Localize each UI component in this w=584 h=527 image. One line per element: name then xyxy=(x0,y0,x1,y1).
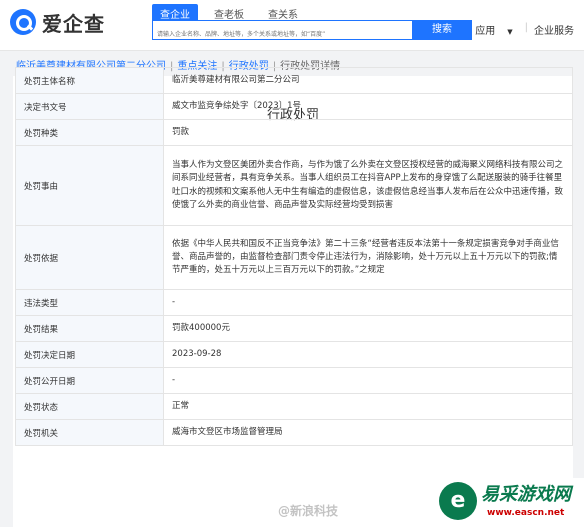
site-watermark-name: 易采游戏网 xyxy=(481,484,571,505)
row-label: 处罚决定日期 xyxy=(15,341,164,368)
row-value: 正常 xyxy=(163,393,573,420)
site-watermark: e 易采游戏网 www.eascn.net xyxy=(437,478,584,527)
row-value: 罚款400000元 xyxy=(163,315,573,342)
table-row: 处罚主体名称 临沂美尊建材有限公司第二分公司 xyxy=(15,67,573,94)
row-value: 依据《中华人民共和国反不正当竞争法》第二十三条“经营者违反本法第十一条规定损害竞… xyxy=(163,225,573,290)
top-nav: 应用 ▼ | 企业服务 xyxy=(451,22,574,37)
row-label: 处罚机关 xyxy=(15,419,164,446)
nav-app-menu[interactable]: 应用 ▼ xyxy=(463,22,512,37)
row-label: 违法类型 xyxy=(15,289,164,316)
row-label: 决定书文号 xyxy=(15,93,164,120)
row-label: 处罚状态 xyxy=(15,393,164,420)
row-value: - xyxy=(163,367,573,394)
table-row: 处罚决定日期 2023-09-28 xyxy=(15,341,573,368)
logo-search-icon xyxy=(10,9,36,35)
row-value: 临沂美尊建材有限公司第二分公司 xyxy=(163,67,573,94)
row-label: 处罚公开日期 xyxy=(15,367,164,394)
table-row: 处罚机关 威海市文登区市场监督管理局 xyxy=(15,419,573,446)
row-label: 处罚事由 xyxy=(15,145,164,226)
table-row: 处罚结果 罚款400000元 xyxy=(15,315,573,342)
row-value: 罚款 xyxy=(163,119,573,146)
row-label: 处罚依据 xyxy=(15,225,164,290)
table-row: 违法类型 - xyxy=(15,289,573,316)
nav-enterprise-service[interactable]: 企业服务 xyxy=(534,22,574,37)
row-label: 处罚主体名称 xyxy=(15,67,164,94)
nav-app-label: 应用 xyxy=(475,26,496,37)
penalty-detail-table: 处罚主体名称 临沂美尊建材有限公司第二分公司 决定书文号 威文市监竞争综处字〔2… xyxy=(15,67,573,446)
top-header: 爱企查 查企业 查老板 查关系 搜索 应用▼ | 企业服务 xyxy=(0,0,584,51)
table-row: 处罚事由 当事人作为文登区美团外卖合作商，与作为饿了么外卖在文登区授权经营的威海… xyxy=(15,145,573,226)
table-row: 处罚状态 正常 xyxy=(15,393,573,420)
table-row: 处罚种类 罚款 xyxy=(15,119,573,146)
row-value: - xyxy=(163,289,573,316)
table-row: 处罚依据 依据《中华人民共和国反不正当竞争法》第二十三条“经营者违反本法第十一条… xyxy=(15,225,573,290)
search-input[interactable] xyxy=(153,26,413,43)
table-row: 决定书文号 威文市监竞争综处字〔2023〕1号 xyxy=(15,93,573,120)
site-watermark-logo-icon: e xyxy=(439,482,477,520)
weibo-watermark: @新浪科技 xyxy=(278,504,339,518)
logo-text: 爱企查 xyxy=(42,11,105,36)
site-logo[interactable]: 爱企查 xyxy=(10,7,105,37)
chevron-down-icon: ▼ xyxy=(507,28,513,36)
site-watermark-url: www.eascn.net xyxy=(487,508,565,518)
nav-divider: | xyxy=(524,22,528,33)
row-value: 2023-09-28 xyxy=(163,341,573,368)
row-label: 处罚结果 xyxy=(15,315,164,342)
row-value: 当事人作为文登区美团外卖合作商，与作为饿了么外卖在文登区授权经营的威海聚义网络科… xyxy=(163,145,573,226)
row-label: 处罚种类 xyxy=(15,119,164,146)
row-value: 威文市监竞争综处字〔2023〕1号 xyxy=(163,93,573,120)
search-box xyxy=(152,20,414,43)
row-value: 威海市文登区市场监督管理局 xyxy=(163,419,573,446)
table-row: 处罚公开日期 - xyxy=(15,367,573,394)
